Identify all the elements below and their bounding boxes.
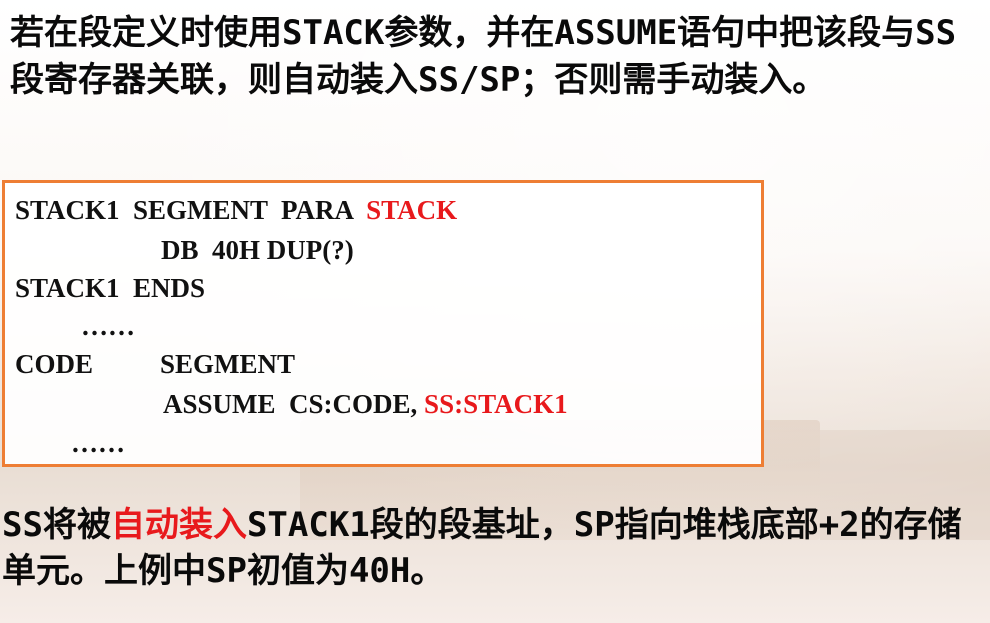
code-line-stack-segment: STACK1 SEGMENT PARA STACK xyxy=(15,195,457,225)
intro-paragraph: 若在段定义时使用STACK参数，并在ASSUME语句中把该段与SS段寄存器关联，… xyxy=(10,13,957,100)
code-line-assume: ASSUME CS:CODE, SS:STACK1 xyxy=(163,389,568,419)
code-line-stack-ends: STACK1 ENDS xyxy=(15,273,206,303)
code-stack-keyword: STACK xyxy=(366,195,458,225)
code-example-box: STACK1 SEGMENT PARA STACK DB 40H DUP(?) … xyxy=(2,180,764,467)
code-line-code-segment: SEGMENT xyxy=(160,349,296,379)
code-stack1-segment-para: STACK1 SEGMENT PARA xyxy=(15,195,367,225)
code-assume-ss: SS:STACK1 xyxy=(424,389,568,419)
outro-paragraph: SS将被自动装入STACK1段的段基址，SP指向堆栈底部+2的存储单元。上例中S… xyxy=(2,502,987,594)
outro-highlight: 自动装入 xyxy=(110,505,247,545)
outro-part-1: SS将被 xyxy=(2,505,111,545)
code-assume-cs: ASSUME CS:CODE, xyxy=(163,389,425,419)
code-line-ellipsis-2: …… xyxy=(71,428,125,458)
code-line-ellipsis-1: …… xyxy=(81,311,135,341)
code-line-db: DB 40H DUP(?) xyxy=(161,235,354,265)
code-line-code-label: CODE xyxy=(15,349,94,379)
